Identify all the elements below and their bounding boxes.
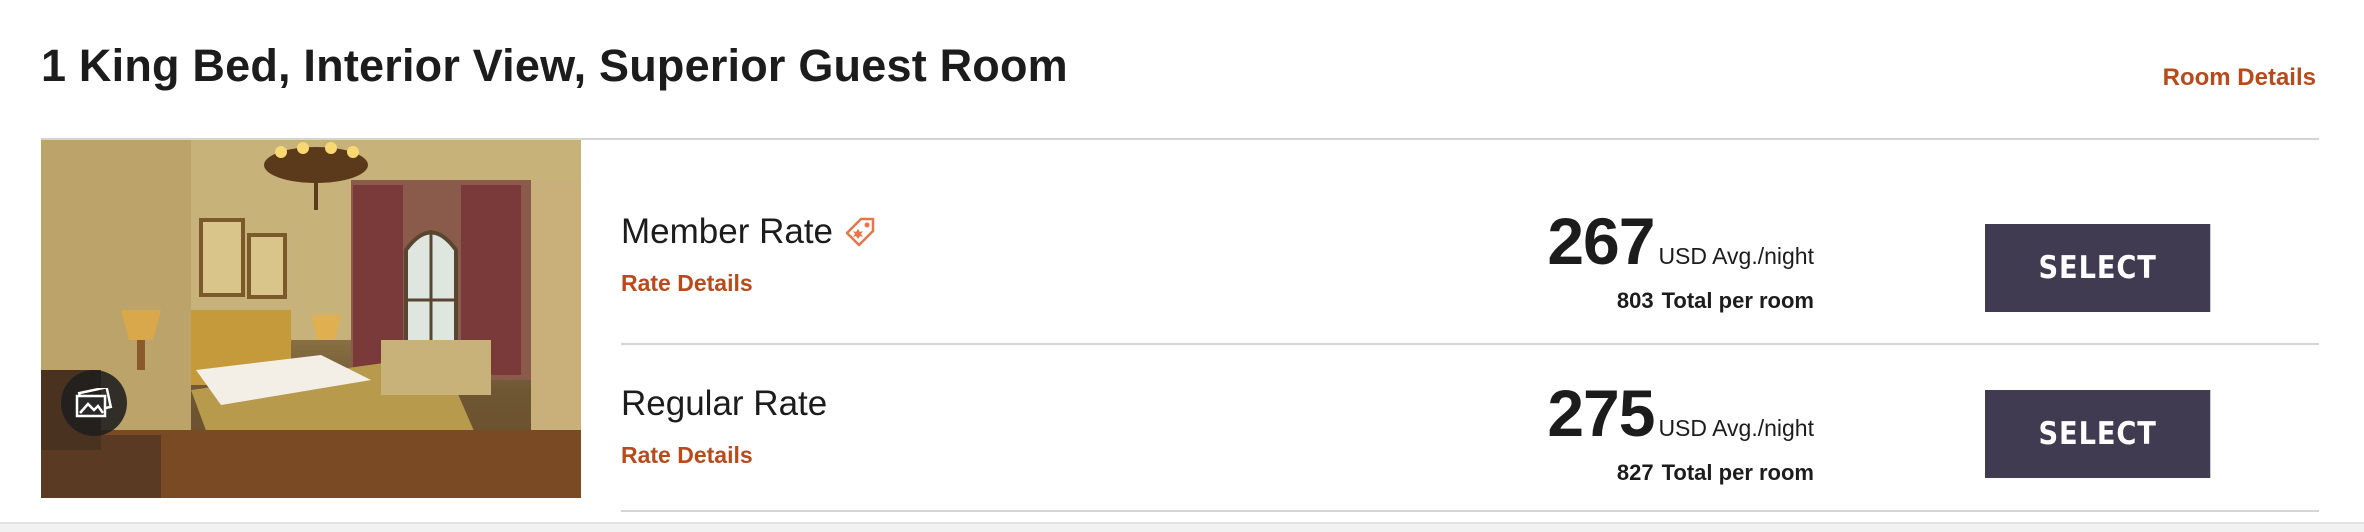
price-amount: 267 [1547, 204, 1655, 278]
select-button[interactable]: SELECT [1985, 390, 2211, 478]
total-amount: 827 [1616, 460, 1654, 485]
tag-icon [845, 217, 875, 247]
rate-row-regular: Regular Rate Rate Details 275 USD Avg./n… [621, 346, 2319, 512]
price-block: 275 USD Avg./night 827 Total per room [1547, 380, 1814, 486]
room-photo[interactable] [41, 140, 581, 498]
rate-name-label: Regular Rate [621, 384, 828, 423]
room-card: 1 King Bed, Interior View, Superior Gues… [0, 0, 2364, 524]
rate-details-link[interactable]: Rate Details [621, 270, 753, 297]
price-unit: USD Avg./night [1658, 243, 1814, 269]
total-amount: 803 [1616, 288, 1654, 313]
total-label: Total per room [1661, 460, 1814, 485]
row-divider [621, 343, 2319, 345]
price-block: 267 USD Avg./night 803 Total per room [1547, 208, 1814, 314]
gallery-icon [75, 388, 113, 418]
rate-name: Regular Rate [621, 384, 827, 424]
row-divider [621, 510, 2319, 512]
rate-details-link[interactable]: Rate Details [621, 442, 753, 469]
room-details-link[interactable]: Room Details [2163, 64, 2316, 92]
room-title: 1 King Bed, Interior View, Superior Gues… [41, 40, 1068, 91]
gallery-button[interactable] [61, 370, 127, 436]
rate-name-label: Member Rate [621, 212, 834, 251]
rate-name: Member Rate [621, 212, 877, 252]
room-photo-illustration [41, 140, 581, 498]
total-label: Total per room [1661, 288, 1814, 313]
price-amount: 275 [1547, 376, 1655, 450]
rate-row-member: Member Rate Rate Details 267 USD Avg./ni… [621, 140, 2319, 313]
price-unit: USD Avg./night [1658, 415, 1814, 441]
select-button[interactable]: SELECT [1985, 224, 2211, 312]
